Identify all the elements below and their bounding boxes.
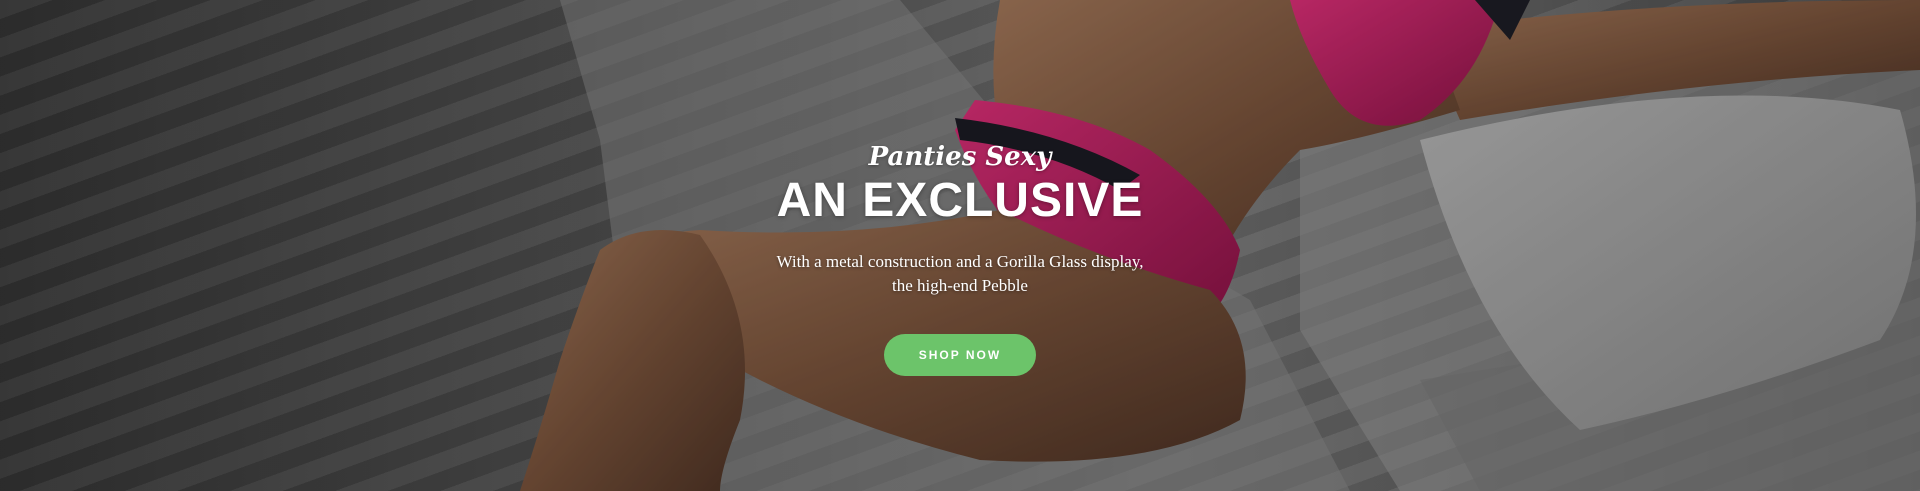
hero-description-line-1: With a metal construction and a Gorilla … bbox=[776, 252, 1144, 271]
hero-caption: Panties Sexy AN EXCLUSIVE With a metal c… bbox=[0, 140, 1920, 376]
hero-banner: Panties Sexy AN EXCLUSIVE With a metal c… bbox=[0, 0, 1920, 491]
hero-subtitle: Panties Sexy bbox=[868, 142, 1052, 172]
hero-description-line-2: the high-end Pebble bbox=[892, 276, 1028, 295]
hero-title: AN EXCLUSIVE bbox=[776, 174, 1144, 227]
hero-description: With a metal construction and a Gorilla … bbox=[740, 250, 1180, 298]
shop-now-button[interactable]: SHOP NOW bbox=[884, 334, 1036, 376]
